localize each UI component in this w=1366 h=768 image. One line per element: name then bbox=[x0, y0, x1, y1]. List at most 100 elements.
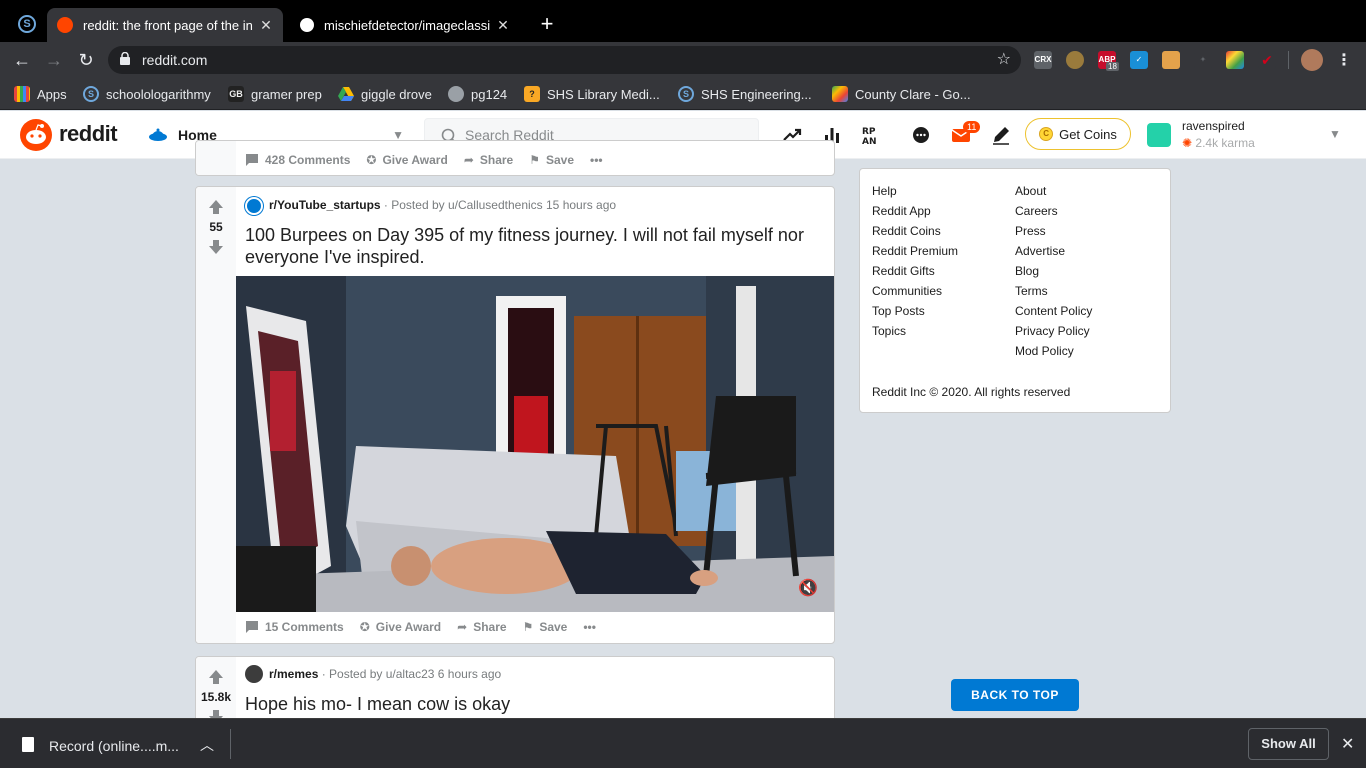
footer-link[interactable]: Content Policy bbox=[1015, 303, 1092, 323]
footer-link[interactable]: Advertise bbox=[1015, 243, 1092, 263]
bookmark-label: pg124 bbox=[471, 86, 508, 102]
apps-grid-icon bbox=[14, 86, 30, 102]
user-menu[interactable]: ravenspired ✺ 2.4k karma ▼ bbox=[1147, 116, 1347, 154]
svg-text:RP: RP bbox=[862, 127, 876, 137]
drive-icon bbox=[338, 87, 354, 101]
footer-link[interactable]: Press bbox=[1015, 223, 1092, 243]
upvote-arrow-icon[interactable] bbox=[208, 669, 224, 685]
url-text: reddit.com bbox=[142, 52, 208, 68]
browser-toolbar: ← → ↻ reddit.com ☆ CRX ABP 18 ✓ ✦ ✔ ⋮ bbox=[0, 42, 1366, 78]
post-video[interactable]: 🔇 bbox=[236, 276, 834, 612]
bookmark-giggle-drove[interactable]: giggle drove bbox=[338, 86, 432, 102]
share-button[interactable]: ➦ Share bbox=[464, 153, 513, 167]
more-options-icon[interactable]: ••• bbox=[583, 620, 596, 634]
tab-reddit[interactable]: reddit: the front page of the int ✕ bbox=[47, 8, 283, 42]
share-button[interactable]: ➦ Share bbox=[457, 620, 506, 634]
reddit-logo-icon[interactable] bbox=[20, 119, 52, 151]
footer-link[interactable]: Reddit Premium bbox=[872, 243, 958, 263]
reddit-wordmark[interactable]: reddit bbox=[59, 121, 118, 147]
mute-icon[interactable]: 🔇 bbox=[798, 578, 818, 598]
pencil-icon[interactable] bbox=[991, 125, 1011, 145]
download-bar: Record (online....m... ︿ Show All ✕ bbox=[0, 718, 1366, 768]
crx-extension-icon[interactable]: CRX bbox=[1034, 51, 1052, 69]
bookmark-star-icon[interactable]: ☆ bbox=[997, 49, 1011, 69]
schoology-profile-icon[interactable]: S bbox=[18, 15, 36, 33]
close-tab-icon[interactable]: ✕ bbox=[496, 17, 510, 34]
color-extension-icon[interactable] bbox=[1226, 51, 1244, 69]
bookmark-shs-engineering[interactable]: S SHS Engineering... bbox=[678, 86, 812, 102]
leaf-extension-icon[interactable]: ✦ bbox=[1194, 51, 1212, 69]
subreddit-link[interactable]: r/YouTube_startups bbox=[269, 198, 381, 212]
comments-button[interactable]: 428 Comments bbox=[245, 153, 350, 167]
footer-link[interactable]: Top Posts bbox=[872, 303, 958, 323]
subreddit-icon[interactable] bbox=[245, 665, 263, 683]
vote-score: 55 bbox=[209, 220, 223, 234]
rpan-icon[interactable]: RPAN bbox=[862, 125, 882, 145]
post-card[interactable]: 55 r/YouTube_startups · Posted by u/Call… bbox=[195, 186, 835, 644]
chat-icon[interactable] bbox=[911, 125, 931, 145]
chevron-up-icon[interactable]: ︿ bbox=[200, 735, 214, 755]
footer-link[interactable]: Help bbox=[872, 183, 958, 203]
post-title[interactable]: 100 Burpees on Day 395 of my fitness jou… bbox=[245, 224, 830, 268]
download-file-name[interactable]: Record (online....m... bbox=[49, 738, 179, 754]
footer-link[interactable]: About bbox=[1015, 183, 1092, 203]
post-card-partial[interactable]: 428 Comments ✪ Give Award ➦ Share ⚑ Save ••… bbox=[195, 140, 835, 176]
bookmark-schoology[interactable]: S schoolologarithmy bbox=[83, 86, 211, 102]
tab-title: mischiefdetector/imageclassifi bbox=[324, 17, 490, 33]
profile-avatar[interactable] bbox=[1301, 49, 1323, 71]
vote-column bbox=[196, 141, 236, 175]
footer-link[interactable]: Terms bbox=[1015, 283, 1092, 303]
footer-link[interactable]: Reddit App bbox=[872, 203, 958, 223]
new-tab-button[interactable]: + bbox=[537, 12, 557, 36]
bookmark-apps[interactable]: Apps bbox=[14, 86, 67, 102]
owl-extension-icon[interactable] bbox=[1066, 51, 1084, 69]
post-title[interactable]: Hope his mo- I mean cow is okay bbox=[245, 693, 830, 715]
box-extension-icon[interactable] bbox=[1162, 51, 1180, 69]
more-options-icon[interactable]: ••• bbox=[590, 153, 603, 167]
chrome-menu-icon[interactable]: ⋮ bbox=[1336, 50, 1352, 70]
pointer-extension-icon[interactable]: ✔ bbox=[1258, 51, 1276, 69]
upvote-arrow-icon[interactable] bbox=[208, 199, 224, 215]
bookmark-label: SHS Engineering... bbox=[701, 86, 812, 102]
bookmark-label: County Clare - Go... bbox=[855, 86, 971, 102]
get-coins-button[interactable]: C Get Coins bbox=[1025, 118, 1131, 150]
give-award-button[interactable]: ✪ Give Award bbox=[366, 153, 447, 167]
reload-icon[interactable]: ↻ bbox=[74, 48, 98, 72]
footer-link[interactable]: Mod Policy bbox=[1015, 343, 1092, 363]
comments-button[interactable]: 15 Comments bbox=[245, 620, 344, 634]
footer-link[interactable]: Communities bbox=[872, 283, 958, 303]
back-to-top-button[interactable]: BACK TO TOP bbox=[951, 679, 1079, 711]
post-actions: 428 Comments ✪ Give Award ➦ Share ⚑ Save ••… bbox=[245, 153, 619, 167]
footer-link[interactable]: Careers bbox=[1015, 203, 1092, 223]
footer-link[interactable]: Reddit Gifts bbox=[872, 263, 958, 283]
bookmark-gramer-prep[interactable]: GB gramer prep bbox=[228, 86, 322, 102]
subreddit-link[interactable]: r/memes bbox=[269, 667, 318, 681]
forward-arrow-icon[interactable]: → bbox=[42, 48, 66, 72]
save-button[interactable]: ⚑ Save bbox=[523, 620, 568, 634]
bookmarks-bar: Apps S schoolologarithmy GB gramer prep … bbox=[0, 78, 1366, 110]
award-label: Give Award bbox=[375, 620, 442, 634]
coin-icon: C bbox=[1039, 127, 1054, 141]
posted-by: · Posted by u/Callusedthenics 15 hours a… bbox=[383, 198, 617, 212]
save-button[interactable]: ⚑ Save bbox=[529, 153, 574, 167]
footer-link[interactable]: Topics bbox=[872, 323, 958, 343]
bookmark-pg124[interactable]: pg124 bbox=[448, 86, 507, 102]
checkmark-extension-icon[interactable]: ✓ bbox=[1130, 51, 1148, 69]
tab-github[interactable]: mischiefdetector/imageclassifi ✕ bbox=[290, 8, 520, 42]
post-actions: 15 Comments ✪ Give Award ➦ Share ⚑ Save ••• bbox=[245, 620, 612, 634]
close-tab-icon[interactable]: ✕ bbox=[259, 17, 273, 34]
address-bar[interactable]: reddit.com ☆ bbox=[108, 46, 1021, 74]
footer-link[interactable]: Blog bbox=[1015, 263, 1092, 283]
show-all-button[interactable]: Show All bbox=[1248, 728, 1329, 760]
footer-link[interactable]: Privacy Policy bbox=[1015, 323, 1092, 343]
subreddit-icon[interactable] bbox=[245, 197, 263, 215]
bookmark-label: Apps bbox=[37, 86, 67, 102]
downvote-arrow-icon[interactable] bbox=[208, 239, 224, 255]
back-arrow-icon[interactable]: ← bbox=[10, 48, 34, 72]
bookmark-shs-library[interactable]: ? SHS Library Medi... bbox=[524, 86, 660, 102]
footer-link[interactable]: Reddit Coins bbox=[872, 223, 958, 243]
give-award-button[interactable]: ✪ Give Award bbox=[360, 620, 441, 634]
bookmark-county-clare[interactable]: County Clare - Go... bbox=[832, 86, 971, 102]
share-icon: ➦ bbox=[463, 153, 474, 167]
close-icon[interactable]: ✕ bbox=[1341, 734, 1354, 754]
